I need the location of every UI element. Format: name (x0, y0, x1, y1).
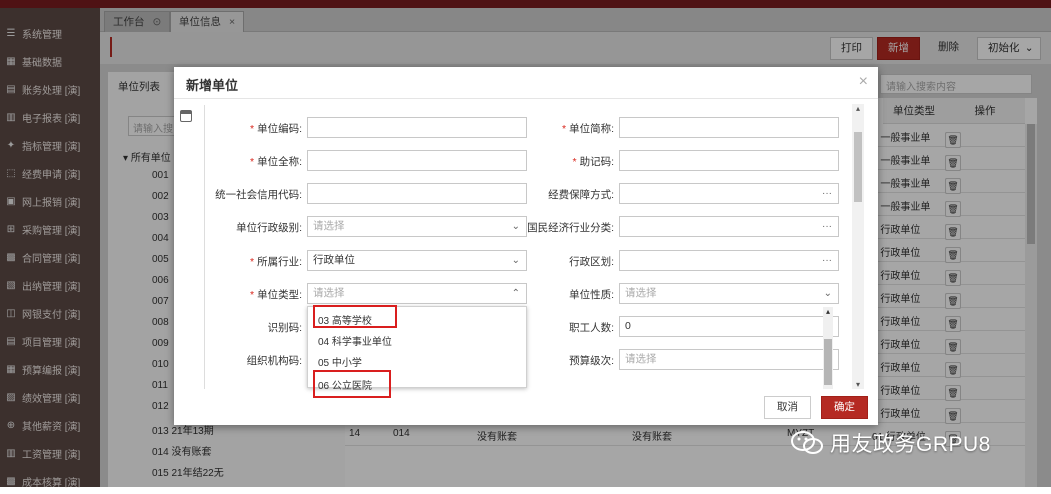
field-label: 国民经济行业分类: (490, 220, 614, 235)
form-divider (204, 105, 205, 389)
input-placeholder: 请选择 (313, 287, 345, 299)
field-label-text: 单位全称: (257, 156, 302, 168)
field-label: 经费保障方式: (490, 187, 614, 202)
dialog-header: 新增单位 × (174, 67, 878, 99)
dropdown-scroll-thumb[interactable] (824, 339, 832, 385)
more-icon[interactable]: ··· (822, 184, 832, 203)
confirm-button[interactable]: 确定 (821, 396, 868, 419)
watermark-text: 用友政务GRPU8 (830, 433, 991, 456)
form-input[interactable]: 0 (619, 316, 839, 337)
scroll-up-icon[interactable]: ▴ (852, 104, 864, 113)
field-label-text: 单位类型: (257, 289, 302, 301)
required-icon: * (572, 156, 577, 168)
field-label: * 所属行业: (180, 254, 302, 269)
field-label-text: 统一社会信用代码: (215, 189, 302, 201)
field-label: 组织机构码: (180, 353, 302, 368)
form-input[interactable]: ··· (619, 183, 839, 204)
dropdown-option[interactable]: 05 中小学 (318, 354, 362, 369)
form-input[interactable] (619, 117, 839, 138)
required-icon: * (561, 123, 567, 135)
field-label-text: 职工人数: (569, 322, 614, 334)
close-icon[interactable]: × (859, 73, 868, 91)
field-label-text: 所属行业: (257, 256, 302, 268)
calendar-icon-bar (181, 111, 191, 114)
field-label: 单位性质: (490, 287, 614, 302)
chevron-down-icon[interactable]: ⌄ (824, 284, 832, 303)
required-icon: * (249, 156, 255, 168)
field-label-text: 单位性质: (569, 289, 614, 301)
field-label: 识别码: (180, 320, 302, 335)
form-input[interactable]: ··· (619, 250, 839, 271)
field-label-text: 单位编码: (257, 123, 302, 135)
input-placeholder: 请选择 (625, 353, 657, 365)
wechat-icon (791, 431, 823, 454)
form-input[interactable]: 请选择 ⌄ (619, 283, 839, 304)
input-placeholder: 请选择 (625, 287, 657, 299)
required-icon: * (249, 123, 255, 135)
required-icon: * (249, 256, 255, 268)
field-label: 行政区划: (490, 254, 614, 269)
field-label-text: 国民经济行业分类: (527, 222, 614, 234)
field-label-text: 预算级次: (569, 355, 614, 367)
field-label-text: 助记码: (579, 156, 614, 168)
scroll-down-icon[interactable]: ▾ (852, 380, 864, 389)
dialog-title: 新增单位 (186, 78, 239, 93)
more-icon[interactable]: ··· (822, 251, 832, 270)
dialog-scroll-thumb[interactable] (854, 132, 862, 202)
field-label-text: 单位行政级别: (236, 222, 302, 234)
input-value: 行政单位 (313, 254, 355, 266)
required-icon: * (249, 289, 255, 301)
field-label: * 单位编码: (180, 121, 302, 136)
more-icon[interactable]: ··· (822, 217, 832, 236)
field-label-text: 经费保障方式: (548, 189, 614, 201)
dropdown-scrollbar[interactable]: ▴ (823, 307, 833, 389)
field-label-text: 行政区划: (569, 256, 614, 268)
field-label: * 单位全称: (180, 154, 302, 169)
input-placeholder: 请选择 (313, 220, 345, 232)
scroll-up-icon[interactable]: ▴ (823, 307, 833, 316)
form-input[interactable]: ··· (619, 216, 839, 237)
input-value: 0 (625, 320, 631, 332)
field-label: 单位行政级别: (180, 220, 302, 235)
field-label-text: 单位简称: (569, 123, 614, 135)
highlight-box-public-hospital (313, 370, 391, 398)
field-label: * 助记码: (490, 154, 614, 169)
field-label-text: 识别码: (267, 322, 302, 334)
field-label-text: 组织机构码: (246, 355, 302, 367)
form-input[interactable]: 请选择⌄ (619, 349, 839, 370)
field-label: * 单位类型: (180, 287, 302, 302)
highlight-box-higher-education (313, 305, 397, 328)
field-label: 统一社会信用代码: (180, 187, 302, 202)
dropdown-option[interactable]: 04 科学事业单位 (318, 333, 392, 348)
field-label: * 单位简称: (490, 121, 614, 136)
cancel-button[interactable]: 取消 (764, 396, 811, 419)
watermark: 用友政务GRPU8 (790, 424, 1050, 462)
dialog-scrollbar[interactable]: ▴ ▾ (852, 104, 864, 389)
form-input[interactable] (619, 150, 839, 171)
